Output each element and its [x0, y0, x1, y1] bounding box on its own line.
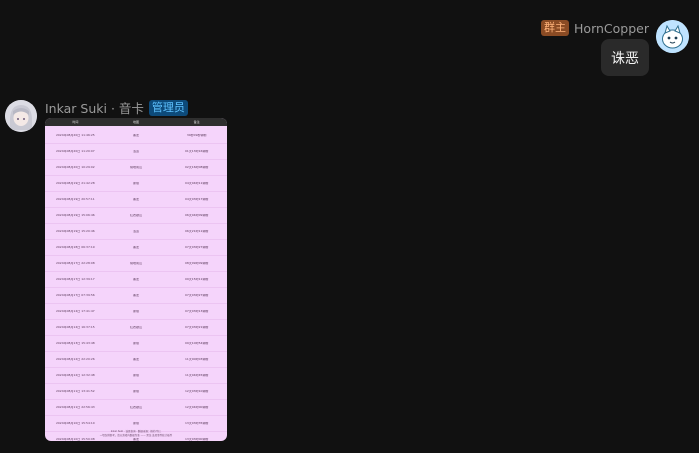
cell-map: 瞿塘 — [133, 374, 140, 377]
table-row: 2024年08月17日 12:39:17 黑龙 09天15时11钟前 — [45, 272, 227, 288]
cell-time: 2024年08月11日 22:56:43 — [55, 406, 95, 409]
cell-note: 07天03时27钟前 — [184, 294, 209, 297]
cell-time: 2024年08月14日 17:41:47 — [55, 310, 95, 313]
cell-note: 06天04时09钟前 — [184, 214, 209, 217]
cell-note: 07天03时27钟前 — [184, 246, 209, 249]
table-row: 2024年08月17日 22:28:08 阴地南山 08天09时09钟前 — [45, 256, 227, 272]
cell-time: 2024年08月10日 15:50:08 — [55, 438, 95, 441]
cell-time: 2024年08月19日 15:06:46 — [55, 214, 95, 217]
cell-time: 2024年08月12日 12:32:48 — [55, 374, 95, 377]
cell-map: 黑龙 — [133, 246, 140, 249]
table-row: 2024年08月12日 22:20:26 黑龙 11天00时03钟前 — [45, 352, 227, 368]
right-username[interactable]: HornCopper — [574, 21, 649, 36]
cell-note: 06天21时11钟前 — [184, 230, 209, 233]
table-row: 2024年08月12日 12:32:48 瞿塘 11天04时45钟前 — [45, 368, 227, 384]
cell-map: 黑龙 — [133, 278, 140, 281]
cell-time: 2024年08月12日 22:20:26 — [55, 358, 95, 361]
cell-time: 2024年08月14日 16:37:15 — [55, 326, 95, 329]
cell-note: 04天03时17钟前 — [184, 198, 209, 201]
cell-time: 2024年08月19日 21:42:28 — [55, 182, 95, 185]
cell-map: 黑龙 — [133, 358, 140, 361]
cell-time: 2024年08月17日 22:28:08 — [55, 262, 95, 265]
table-row: 2024年08月19日 21:42:28 瞿塘 04天04时11钟前 — [45, 176, 227, 192]
cell-note: 11天04时45钟前 — [184, 374, 209, 377]
cell-map: 黑龙 — [133, 438, 140, 441]
cell-note: 11天00时03钟前 — [184, 358, 209, 361]
cell-map: 阴地南山 — [130, 262, 143, 265]
cell-time: 2024年08月10日 15:54:10 — [55, 422, 95, 425]
admin-badge: 管理员 — [148, 99, 188, 116]
ghost-cat-avatar-icon[interactable] — [656, 20, 689, 53]
card-footer: Inkar Suki · 诛恶查询 · 数据来源：推栏/剑三 一切仅供参考，请以… — [45, 430, 227, 438]
cell-map: 洛道 — [133, 230, 140, 233]
cell-note: 13天03时00钟前 — [184, 438, 209, 441]
left-username[interactable]: Inkar Suki · 音卡 — [45, 98, 144, 117]
cell-note: 13天03时35钟前 — [184, 422, 209, 425]
cell-note: 01天13时16钟前 — [184, 150, 209, 153]
cell-time: 2024年08月19日 20:57:11 — [55, 198, 95, 201]
anime-girl-avatar-icon[interactable] — [5, 100, 37, 132]
cell-time: 2024年08月20日 11:46:25 — [55, 134, 95, 137]
cell-time: 2024年08月19日 15:20:46 — [55, 230, 95, 233]
cell-map: 红衣歌山 — [130, 406, 143, 409]
cell-note: 30秒09秒钟前 — [186, 134, 207, 137]
header-note: 备注 — [193, 120, 200, 124]
cell-note: 08天09时09钟前 — [184, 262, 209, 265]
header-time: 时间 — [72, 120, 79, 124]
cell-time: 2024年08月11日 13:41:52 — [55, 390, 95, 393]
table-row: 2024年08月19日 15:20:46 洛道 06天21时11钟前 — [45, 224, 227, 240]
table-row: 2024年08月20日 11:46:25 黑龙 30秒09秒钟前 — [45, 128, 227, 144]
message-text: 诛恶 — [611, 50, 639, 67]
table-row: 2024年08月20日 10:29:02 阴地南山 02天16时08钟前 — [45, 160, 227, 176]
header-map: 地图 — [133, 120, 140, 124]
cell-map: 瞿塘 — [133, 310, 140, 313]
cell-note: 07天03时13钟前 — [184, 310, 209, 313]
cell-note: 07天03时21钟前 — [184, 326, 209, 329]
cell-note: 12天04时00钟前 — [184, 406, 209, 409]
table-row: 2024年08月14日 16:37:15 红衣歌山 07天03时21钟前 — [45, 320, 227, 336]
cell-map: 瞿塘 — [133, 182, 140, 185]
cell-map: 黑龙 — [133, 294, 140, 297]
table-row: 2024年08月17日 07:39:56 黑龙 07天03时27钟前 — [45, 288, 227, 304]
cell-map: 红衣歌山 — [130, 214, 143, 217]
cell-time: 2024年08月17日 12:39:17 — [55, 278, 95, 281]
cell-map: 瞿塘 — [133, 342, 140, 345]
card-table-body: 2024年08月20日 11:46:25 黑龙 30秒09秒钟前 2024年08月20… — [45, 126, 227, 441]
left-message-header: Inkar Suki · 音卡 管理员 — [45, 98, 188, 117]
owner-badge: 群主 — [541, 20, 570, 36]
cell-time: 2024年08月20日 10:29:02 — [55, 166, 95, 169]
cell-map: 瞿塘 — [133, 390, 140, 393]
table-row: 2024年08月11日 13:41:52 瞿塘 12天03时10钟前 — [45, 384, 227, 400]
right-message-header: 群主 HornCopper — [541, 20, 649, 36]
cell-note: 02天16时08钟前 — [184, 166, 209, 169]
cell-note: 04天04时11钟前 — [184, 182, 209, 185]
message-bubble[interactable]: 诛恶 — [601, 39, 649, 76]
cell-map: 黑龙 — [133, 134, 140, 137]
cell-map: 黑龙 — [133, 198, 140, 201]
table-row: 2024年08月13日 15:43:48 瞿塘 09天10时54钟前 — [45, 336, 227, 352]
image-card[interactable]: 时间 地图 备注 2024年08月20日 11:46:25 黑龙 30秒09秒钟前 2… — [45, 118, 227, 441]
table-row: 2024年08月20日 11:20:07 洛道 01天13时16钟前 — [45, 144, 227, 160]
cell-time: 2024年08月17日 07:39:56 — [55, 294, 95, 297]
cell-time: 2024年08月18日 06:37:19 — [55, 246, 95, 249]
cell-time: 2024年08月13日 15:43:48 — [55, 342, 95, 345]
cell-note: 09天15时11钟前 — [184, 278, 209, 281]
cell-map: 红衣歌山 — [130, 326, 143, 329]
table-row: 2024年08月19日 15:06:46 红衣歌山 06天04时09钟前 — [45, 208, 227, 224]
cell-map: 阴地南山 — [130, 166, 143, 169]
table-row: 2024年08月14日 17:41:47 瞿塘 07天03时13钟前 — [45, 304, 227, 320]
footer-line-2: 一切仅供参考，请以游戏内数据为准 —— 黑龙·诛恶事件统计插件 — [99, 434, 173, 437]
cell-note: 09天10时54钟前 — [184, 342, 209, 345]
cell-note: 12天03时10钟前 — [184, 390, 209, 393]
cell-map: 瞿塘 — [133, 422, 140, 425]
table-row: 2024年08月18日 06:37:19 黑龙 07天03时27钟前 — [45, 240, 227, 256]
table-row: 2024年08月19日 20:57:11 黑龙 04天03时17钟前 — [45, 192, 227, 208]
card-table-header: 时间 地图 备注 — [45, 118, 227, 126]
cell-time: 2024年08月20日 11:20:07 — [55, 150, 95, 153]
table-row: 2024年08月11日 22:56:43 红衣歌山 12天04时00钟前 — [45, 400, 227, 416]
cell-map: 洛道 — [133, 150, 140, 153]
